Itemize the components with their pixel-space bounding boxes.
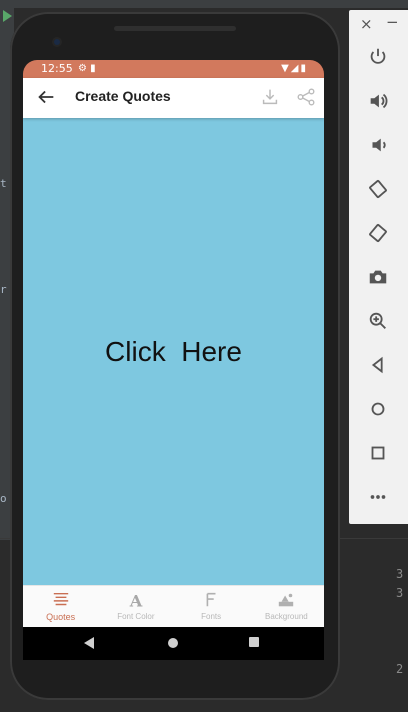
front-camera xyxy=(54,39,60,45)
power-icon[interactable] xyxy=(365,44,391,70)
battery-icon: ▮ xyxy=(300,63,308,74)
nav-item-quotes[interactable]: Quotes xyxy=(23,586,98,628)
ide-top-bar xyxy=(0,0,408,8)
share-icon[interactable] xyxy=(295,86,317,108)
page-title: Create Quotes xyxy=(75,88,171,104)
system-navigation-bar xyxy=(23,627,324,660)
system-recents-icon[interactable] xyxy=(249,637,259,647)
nav-item-fonts[interactable]: Fonts xyxy=(174,586,249,628)
more-icon[interactable] xyxy=(365,484,391,510)
home-icon[interactable] xyxy=(365,396,391,422)
rotate-right-icon[interactable] xyxy=(365,220,391,246)
bottom-navigation: Quotes A Font Color Fonts Background xyxy=(23,585,324,628)
download-icon[interactable] xyxy=(259,86,281,108)
nav-label: Fonts xyxy=(201,612,222,621)
emulator-toolbar: × − xyxy=(349,10,408,524)
status-left-icons: ⚙ ▮ xyxy=(78,63,96,74)
app-bar: Create Quotes xyxy=(23,78,324,118)
fonts-icon xyxy=(206,592,216,607)
quote-canvas[interactable]: Click Here xyxy=(23,118,324,585)
status-time: 12:55 xyxy=(41,62,73,75)
quotes-icon xyxy=(53,592,68,606)
arrow-left-icon[interactable] xyxy=(35,86,57,108)
status-right-icons: ▼◢▮ xyxy=(281,63,308,74)
nav-label: Quotes xyxy=(46,612,76,622)
system-home-icon[interactable] xyxy=(168,638,178,648)
ide-line-number: 3 xyxy=(396,567,404,581)
nav-item-background[interactable]: Background xyxy=(249,586,324,628)
volume-down-icon[interactable] xyxy=(365,132,391,158)
overview-icon[interactable] xyxy=(365,440,391,466)
minimize-button[interactable]: − xyxy=(386,13,399,31)
background-icon xyxy=(279,593,294,607)
wifi-icon: ▼ xyxy=(281,63,291,74)
click-here-text[interactable]: Click Here xyxy=(105,336,242,368)
volume-up-icon[interactable] xyxy=(365,88,391,114)
sd-card-icon: ▮ xyxy=(90,63,96,74)
status-bar: 12:55 ⚙ ▮ ▼◢▮ xyxy=(23,60,324,78)
ide-code-char: t xyxy=(0,177,7,190)
ide-line-number: 3 xyxy=(396,586,404,600)
close-button[interactable]: × xyxy=(360,15,373,33)
phone-screen: 12:55 ⚙ ▮ ▼◢▮ Create Quotes Click Here Q… xyxy=(23,60,324,660)
svg-text:A: A xyxy=(129,591,143,609)
ide-code-char: o xyxy=(0,492,7,505)
phone-frame: 12:55 ⚙ ▮ ▼◢▮ Create Quotes Click Here Q… xyxy=(10,12,340,700)
ide-line-number: 2 xyxy=(396,662,404,676)
emulator-toolbar-header: × − xyxy=(349,10,408,38)
ide-code-char: r xyxy=(0,283,7,296)
back-icon[interactable] xyxy=(365,352,391,378)
run-icon[interactable] xyxy=(3,10,12,22)
camera-icon[interactable] xyxy=(365,264,391,290)
gear-icon: ⚙ xyxy=(78,63,87,74)
nav-label: Background xyxy=(265,612,308,621)
rotate-left-icon[interactable] xyxy=(365,176,391,202)
font-color-icon: A xyxy=(129,591,143,609)
phone-speaker xyxy=(114,26,236,31)
nav-label: Font Color xyxy=(117,612,155,621)
nav-item-font-color[interactable]: A Font Color xyxy=(98,586,173,628)
system-back-icon[interactable] xyxy=(83,636,95,650)
zoom-icon[interactable] xyxy=(365,308,391,334)
